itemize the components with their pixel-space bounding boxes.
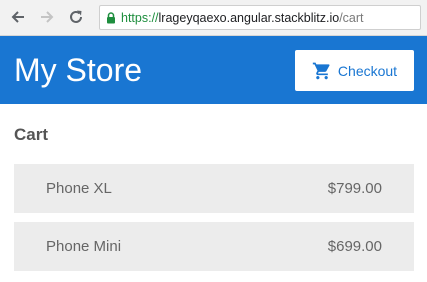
reload-icon bbox=[70, 10, 82, 23]
item-price: $699.00 bbox=[327, 238, 382, 255]
item-price: $799.00 bbox=[327, 180, 382, 197]
back-button[interactable] bbox=[7, 6, 29, 28]
address-bar[interactable]: https://lrageyqaexo.angular.stackblitz.i… bbox=[99, 5, 421, 30]
shopping-cart-icon bbox=[312, 61, 332, 81]
browser-toolbar: https://lrageyqaexo.angular.stackblitz.i… bbox=[0, 0, 427, 36]
checkout-label: Checkout bbox=[337, 62, 398, 79]
cart-list: Phone XL $799.00 Phone Mini $699.00 bbox=[14, 164, 414, 280]
item-name: Phone Mini bbox=[46, 238, 122, 255]
url-scheme: https:// bbox=[121, 10, 159, 25]
item-name: Phone XL bbox=[46, 180, 112, 197]
url-host: lrageyqaexo.angular.stackblitz.io bbox=[158, 10, 340, 25]
forward-button[interactable] bbox=[36, 6, 58, 28]
lock-icon bbox=[106, 11, 116, 24]
cart-item: Phone XL $799.00 bbox=[14, 164, 414, 213]
page-title: Cart bbox=[14, 125, 49, 144]
arrow-left-icon bbox=[11, 11, 24, 23]
store-title-link[interactable]: My Store bbox=[14, 51, 142, 89]
cart-item: Phone Mini $699.00 bbox=[14, 222, 414, 271]
app-top-bar: My Store Checkout bbox=[0, 36, 427, 104]
arrow-right-icon bbox=[41, 11, 54, 23]
url-path: /cart bbox=[339, 10, 364, 25]
reload-button[interactable] bbox=[65, 6, 87, 28]
checkout-button[interactable]: Checkout bbox=[295, 50, 414, 91]
